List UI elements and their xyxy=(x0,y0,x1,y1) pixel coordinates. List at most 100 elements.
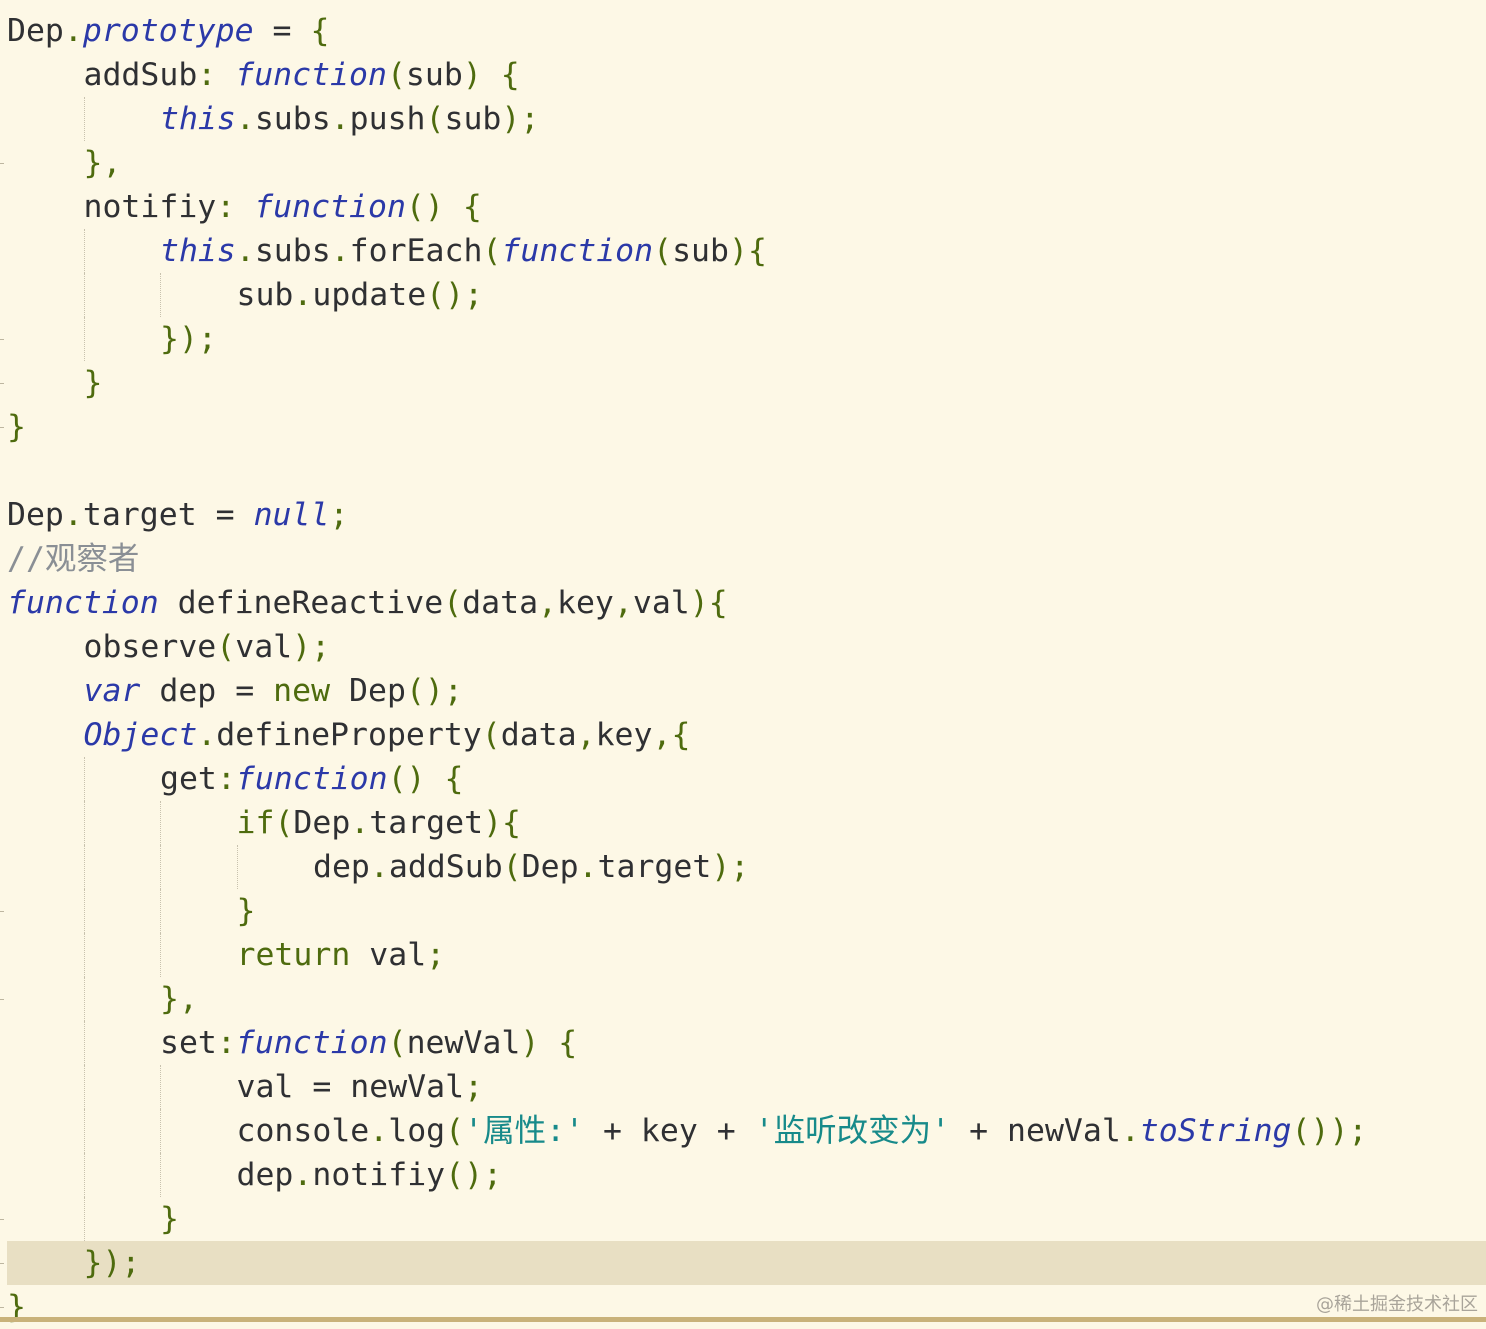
code-line[interactable]: var dep = new Dep(); xyxy=(7,669,463,713)
code-token: forEach xyxy=(349,233,483,269)
code-token: new xyxy=(273,673,331,709)
code-token: }); xyxy=(160,321,217,357)
code-token: return xyxy=(236,937,351,973)
current-line-highlight xyxy=(7,1241,1486,1285)
code-token: observe xyxy=(83,629,217,665)
code-token: ; xyxy=(464,1069,484,1105)
code-line[interactable]: Dep.prototype = { xyxy=(7,9,329,53)
fold-marker[interactable] xyxy=(0,427,4,428)
code-line[interactable]: notifiy: function() { xyxy=(7,185,482,229)
code-token: ,{ xyxy=(652,717,691,753)
code-token: ); xyxy=(711,849,750,885)
fold-marker[interactable] xyxy=(0,1263,4,1264)
code-token: . xyxy=(63,497,83,533)
fold-marker[interactable] xyxy=(0,163,4,164)
code-line[interactable]: this.subs.forEach(function(sub){ xyxy=(7,229,767,273)
fold-marker[interactable] xyxy=(0,1307,4,1308)
code-token: ( xyxy=(445,1113,465,1149)
code-token: } xyxy=(160,1201,179,1237)
code-token: }, xyxy=(83,145,122,181)
code-line[interactable]: return val; xyxy=(7,933,446,977)
code-token: dep xyxy=(313,849,370,885)
code-token: update xyxy=(312,277,427,313)
code-line[interactable]: observe(val); xyxy=(7,625,331,669)
code-line[interactable]: } xyxy=(7,1285,26,1329)
code-token: Dep xyxy=(293,805,351,841)
code-line[interactable]: }); xyxy=(7,1241,141,1285)
code-token: ){ xyxy=(728,233,767,269)
code-token: ( xyxy=(502,849,522,885)
code-token: } xyxy=(7,409,26,445)
code-token: ( xyxy=(425,101,445,137)
code-token: ( xyxy=(653,233,673,269)
code-token: : xyxy=(216,189,255,225)
code-token: function xyxy=(235,761,388,797)
code-line[interactable]: Object.defineProperty(data,key,{ xyxy=(7,713,691,757)
code-line[interactable]: console.log('属性:' + key + '监听改变为' + newV… xyxy=(7,1109,1368,1153)
fold-marker[interactable] xyxy=(0,1219,4,1220)
code-token: . xyxy=(235,233,255,269)
code-token: . xyxy=(293,277,313,313)
code-token: . xyxy=(578,849,598,885)
code-token: val = newVal xyxy=(236,1069,465,1105)
code-token: sub xyxy=(672,233,729,269)
code-token: //观察者 xyxy=(7,541,140,577)
code-editor[interactable]: Dep.prototype = {addSub: function(sub) {… xyxy=(0,0,1486,1325)
code-token: get xyxy=(160,761,217,797)
code-token: '属性:' xyxy=(464,1113,585,1149)
code-token: (); xyxy=(426,277,484,313)
code-line[interactable]: val = newVal; xyxy=(7,1065,484,1109)
code-token: subs xyxy=(254,233,331,269)
code-token: defineReactive xyxy=(158,585,444,621)
code-token: addSub xyxy=(388,849,503,885)
code-line[interactable]: get:function() { xyxy=(7,757,463,801)
code-token: null xyxy=(253,497,330,533)
code-token: , xyxy=(538,585,557,621)
code-token: this xyxy=(160,233,236,269)
code-token: . xyxy=(369,1113,389,1149)
code-line[interactable]: //观察者 xyxy=(7,537,139,581)
code-line[interactable]: dep.addSub(Dep.target); xyxy=(7,845,749,889)
code-token: key xyxy=(595,717,653,753)
code-line[interactable]: dep.notifiy(); xyxy=(7,1153,503,1197)
code-token: ; xyxy=(426,937,446,973)
code-line[interactable]: } xyxy=(7,405,26,449)
code-line[interactable]: } xyxy=(7,889,256,933)
code-token: () { xyxy=(405,189,482,225)
code-token: ) { xyxy=(462,57,520,93)
code-token: }); xyxy=(83,1245,141,1281)
code-token: : xyxy=(216,761,236,797)
code-token: } xyxy=(236,893,256,929)
fold-marker[interactable] xyxy=(0,999,4,1000)
code-token: : xyxy=(197,57,236,93)
code-token: Dep xyxy=(330,673,406,709)
code-line[interactable]: Dep.target = null; xyxy=(7,493,348,537)
code-line[interactable]: }); xyxy=(7,317,217,361)
code-line[interactable]: addSub: function(sub) { xyxy=(7,53,520,97)
code-line[interactable]: if(Dep.target){ xyxy=(7,801,522,845)
code-line[interactable]: }, xyxy=(7,141,122,185)
code-token: . xyxy=(330,101,350,137)
code-line[interactable]: function defineReactive(data,key,val){ xyxy=(7,581,728,625)
fold-marker[interactable] xyxy=(0,339,4,340)
code-token: console xyxy=(236,1113,370,1149)
code-token: defineProperty xyxy=(216,717,482,753)
scrollbar-edge xyxy=(0,1317,1486,1322)
code-token: . xyxy=(330,233,350,269)
code-token: ){ xyxy=(689,585,728,621)
code-line[interactable]: } xyxy=(7,1197,179,1241)
fold-marker[interactable] xyxy=(0,911,4,912)
code-token: , xyxy=(576,717,596,753)
code-line[interactable]: this.subs.push(sub); xyxy=(7,97,539,141)
code-token: function xyxy=(501,233,654,269)
code-token: function xyxy=(254,189,406,225)
code-line[interactable]: sub.update(); xyxy=(7,273,484,317)
code-token: } xyxy=(83,365,103,401)
code-token: () { xyxy=(387,761,464,797)
fold-marker[interactable] xyxy=(0,383,4,384)
code-token: . xyxy=(197,717,217,753)
code-line[interactable]: }, xyxy=(7,977,198,1021)
code-line[interactable]: } xyxy=(7,361,103,405)
code-token: (); xyxy=(445,1157,503,1193)
code-line[interactable]: set:function(newVal) { xyxy=(7,1021,577,1065)
